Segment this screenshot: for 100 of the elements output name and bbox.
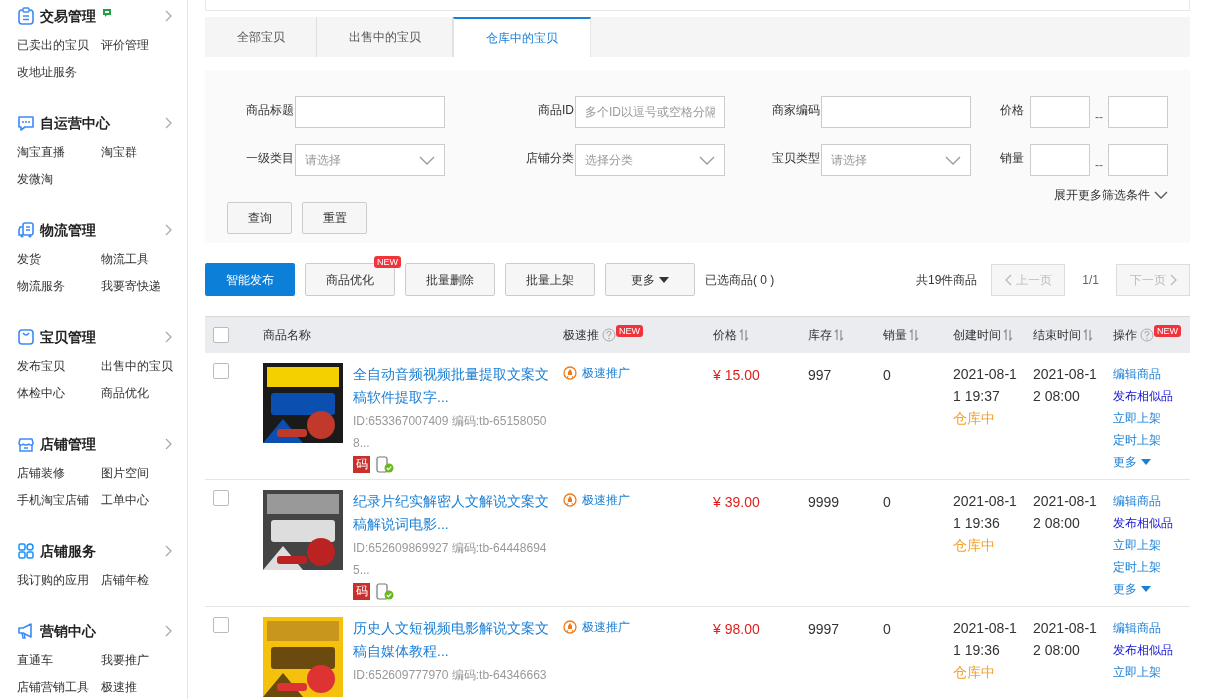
tab[interactable]: 仓库中的宝贝 xyxy=(453,17,591,57)
sidebar-link[interactable]: 体检中心 xyxy=(17,380,101,407)
help-icon xyxy=(602,328,616,342)
filter-label: 一级类目 xyxy=(245,150,294,167)
product-title-link[interactable]: 纪录片纪实解密人文解说文案文稿解说词电影... xyxy=(353,490,551,536)
caret-down-icon xyxy=(1141,459,1151,465)
status-text: 仓库中 xyxy=(953,409,996,428)
sidebar-link[interactable]: 物流服务 xyxy=(17,273,101,300)
column-header[interactable]: 结束时间 xyxy=(1033,326,1081,344)
toolbar-button[interactable]: 批量上架 xyxy=(505,263,595,296)
input-field[interactable] xyxy=(1108,96,1168,128)
sidebar-link[interactable]: 发微淘 xyxy=(17,166,101,193)
stock-count: 9997 xyxy=(808,621,840,637)
toolbar-button[interactable]: 批量删除 xyxy=(405,263,495,296)
rocket-icon xyxy=(563,620,577,634)
input-field[interactable] xyxy=(1030,96,1090,128)
price: ¥ 39.00 xyxy=(713,494,760,510)
action-link[interactable]: 定时上架 xyxy=(1113,429,1161,451)
sidebar-link[interactable]: 发货 xyxy=(17,246,101,273)
sidebar-link[interactable]: 我订购的应用 xyxy=(17,567,101,594)
sidebar-link[interactable]: 物流工具 xyxy=(101,246,173,273)
sidebar-link[interactable]: 店铺装修 xyxy=(17,460,101,487)
chevron-right-icon xyxy=(165,10,173,22)
shop-icon xyxy=(17,435,35,453)
new-badge: NEW xyxy=(374,256,401,268)
column-header[interactable]: 极速推 xyxy=(563,326,599,344)
action-link[interactable]: 发布相似品 xyxy=(1113,639,1173,661)
sidebar-link[interactable]: 店铺年检 xyxy=(101,567,173,594)
item-count: 共19件商品 xyxy=(915,271,978,289)
checkbox[interactable] xyxy=(213,617,229,633)
column-header[interactable]: 创建时间 xyxy=(953,326,1001,344)
column-header[interactable]: 价格 xyxy=(713,326,737,344)
action-link[interactable]: 定时上架 xyxy=(1113,556,1161,578)
column-header[interactable]: 库存 xyxy=(808,326,832,344)
section-title: 宝贝管理 xyxy=(40,327,96,347)
sidebar-link[interactable]: 图片空间 xyxy=(101,460,173,487)
checkbox[interactable] xyxy=(213,490,229,506)
product-title-link[interactable]: 历史人文短视频电影解说文案文稿自媒体教程... xyxy=(353,617,551,663)
chevron-left-icon xyxy=(1004,273,1012,286)
expand-link[interactable]: 展开更多筛选条件 xyxy=(1054,186,1168,204)
sales-count: 0 xyxy=(883,367,891,383)
filter-button[interactable]: 查询 xyxy=(227,202,292,234)
action-link[interactable]: 立即上架 xyxy=(1113,534,1161,556)
sidebar-link[interactable]: 我要推广 xyxy=(101,647,173,674)
selected-count: 已选商品( 0 ) xyxy=(705,271,775,289)
column-header[interactable]: 操作 xyxy=(1113,326,1137,344)
action-link[interactable]: 编辑商品 xyxy=(1113,490,1161,512)
column-header[interactable]: 商品名称 xyxy=(263,326,311,344)
sidebar-link[interactable]: 直通车 xyxy=(17,647,101,674)
section-title: 交易管理 xyxy=(40,6,96,26)
sidebar-link[interactable]: 评价管理 xyxy=(101,32,173,59)
sidebar-link[interactable]: 手机淘宝店铺 xyxy=(17,487,101,514)
page-indicator: 1/1 xyxy=(1082,271,1099,289)
sidebar-link[interactable]: 商品优化 xyxy=(101,380,173,407)
input-field[interactable] xyxy=(295,96,445,128)
rocket-icon xyxy=(563,493,577,507)
action-link[interactable]: 编辑商品 xyxy=(1113,363,1161,385)
sidebar-link[interactable]: 改地址服务 xyxy=(17,59,101,86)
tab[interactable]: 全部宝贝 xyxy=(205,17,317,57)
filter-button[interactable]: 重置 xyxy=(302,202,367,234)
sidebar-link[interactable]: 我要寄快递 xyxy=(101,273,173,300)
phone-check-icon xyxy=(376,583,394,600)
status-text: 仓库中 xyxy=(953,536,996,555)
more-link[interactable]: 更多 xyxy=(1113,578,1151,600)
checkbox[interactable] xyxy=(213,363,229,379)
input-field[interactable] xyxy=(1108,144,1168,176)
promote-link[interactable]: 极速推广 xyxy=(563,618,630,636)
filter-label: 宝贝类型 xyxy=(772,150,820,167)
sidebar-link[interactable]: 发布宝贝 xyxy=(17,353,101,380)
action-link[interactable]: 编辑商品 xyxy=(1113,617,1161,639)
more-link[interactable]: 更多 xyxy=(1113,451,1151,473)
column-header[interactable]: 销量 xyxy=(883,326,907,344)
sidebar-link[interactable]: 已卖出的宝贝 xyxy=(17,32,101,59)
section-title: 自运营中心 xyxy=(40,113,110,133)
action-link[interactable]: 立即上架 xyxy=(1113,407,1161,429)
action-link[interactable]: 发布相似品 xyxy=(1113,385,1173,407)
sidebar-link[interactable]: 淘宝群 xyxy=(101,139,173,166)
chevron-right-icon xyxy=(165,545,173,557)
sort-icon xyxy=(834,329,844,341)
toolbar-button[interactable]: 智能发布 xyxy=(205,263,295,296)
sidebar-link[interactable]: 极速推 xyxy=(101,674,173,699)
sidebar-link[interactable]: 出售中的宝贝 xyxy=(101,353,173,380)
section-title: 店铺管理 xyxy=(40,434,96,454)
promote-link[interactable]: 极速推广 xyxy=(563,491,630,509)
sidebar-link[interactable]: 工单中心 xyxy=(101,487,173,514)
end-time: 2021-08-12 08:00 xyxy=(1033,492,1098,533)
input-field[interactable] xyxy=(1030,144,1090,176)
product-title-link[interactable]: 全自动音频视频批量提取文案文稿软件提取字... xyxy=(353,363,551,409)
input-field[interactable] xyxy=(821,96,971,128)
promote-link[interactable]: 极速推广 xyxy=(563,364,630,382)
section-title: 店铺服务 xyxy=(40,541,96,561)
filter-label: 商品标题 xyxy=(245,102,294,119)
more-dropdown[interactable]: 更多 xyxy=(605,263,695,296)
sidebar-link[interactable]: 淘宝直播 xyxy=(17,139,101,166)
action-link[interactable]: 立即上架 xyxy=(1113,661,1161,683)
sidebar-link[interactable]: 店铺营销工具 xyxy=(17,674,101,699)
status-text: 仓库中 xyxy=(953,663,996,682)
action-link[interactable]: 发布相似品 xyxy=(1113,512,1173,534)
checkbox[interactable] xyxy=(213,327,229,343)
chevron-down-icon xyxy=(945,155,961,165)
